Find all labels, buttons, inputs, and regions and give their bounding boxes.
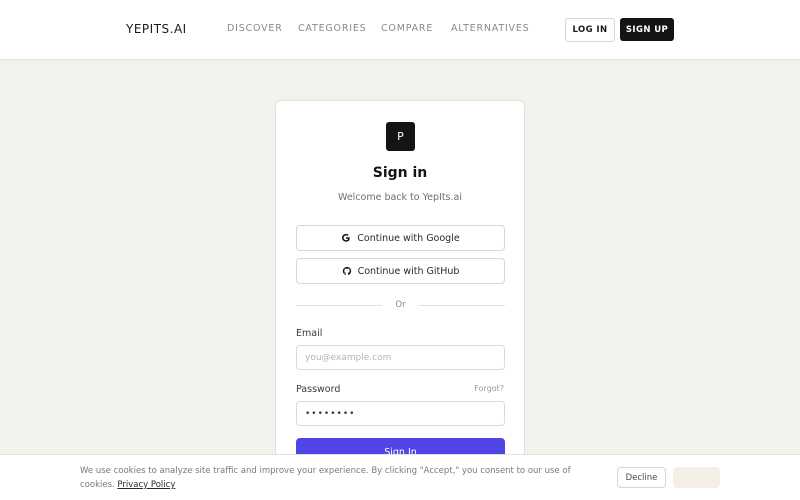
decline-cookies-button[interactable]: Decline: [617, 467, 666, 488]
continue-with-github-button[interactable]: Continue with GitHub: [296, 258, 505, 284]
github-button-label: Continue with GitHub: [357, 265, 460, 277]
cookie-banner: We use cookies to analyze site traffic a…: [0, 454, 800, 500]
or-divider: Or: [296, 300, 505, 310]
password-label: Password: [296, 384, 341, 395]
continue-with-google-button[interactable]: Continue with Google: [296, 225, 505, 251]
app-logo: P: [386, 122, 415, 151]
forgot-password-link[interactable]: Forgot?: [474, 384, 504, 393]
password-input[interactable]: [296, 401, 505, 426]
divider-text: Or: [395, 300, 406, 310]
cookie-message: We use cookies to analyze site traffic a…: [80, 464, 600, 492]
google-button-label: Continue with Google: [357, 232, 460, 244]
google-icon: [342, 233, 351, 242]
nav-link-alternatives[interactable]: ALTERNATIVES: [451, 23, 530, 34]
email-label: Email: [296, 328, 323, 339]
top-navigation-bar: YEPITS.AI DISCOVER CATEGORIES COMPARE AL…: [0, 0, 800, 60]
page-title: Sign in: [372, 165, 428, 181]
sign-in-card: P Sign in Welcome back to YepIts.ai Cont…: [275, 100, 525, 480]
privacy-policy-link[interactable]: Privacy Policy: [117, 480, 175, 490]
brand-logo[interactable]: YEPITS.AI: [126, 22, 187, 36]
nav-link-discover[interactable]: DISCOVER: [227, 23, 283, 34]
login-button[interactable]: LOG IN: [565, 18, 615, 42]
email-input[interactable]: [296, 345, 505, 370]
nav-link-categories[interactable]: CATEGORIES: [298, 23, 366, 34]
github-icon: [342, 266, 351, 276]
accept-cookies-button[interactable]: Accept: [673, 467, 720, 488]
signup-button[interactable]: SIGN UP: [620, 18, 674, 41]
nav-link-compare[interactable]: COMPARE: [381, 23, 433, 34]
page-subtitle: Welcome back to YepIts.ai: [337, 192, 462, 203]
